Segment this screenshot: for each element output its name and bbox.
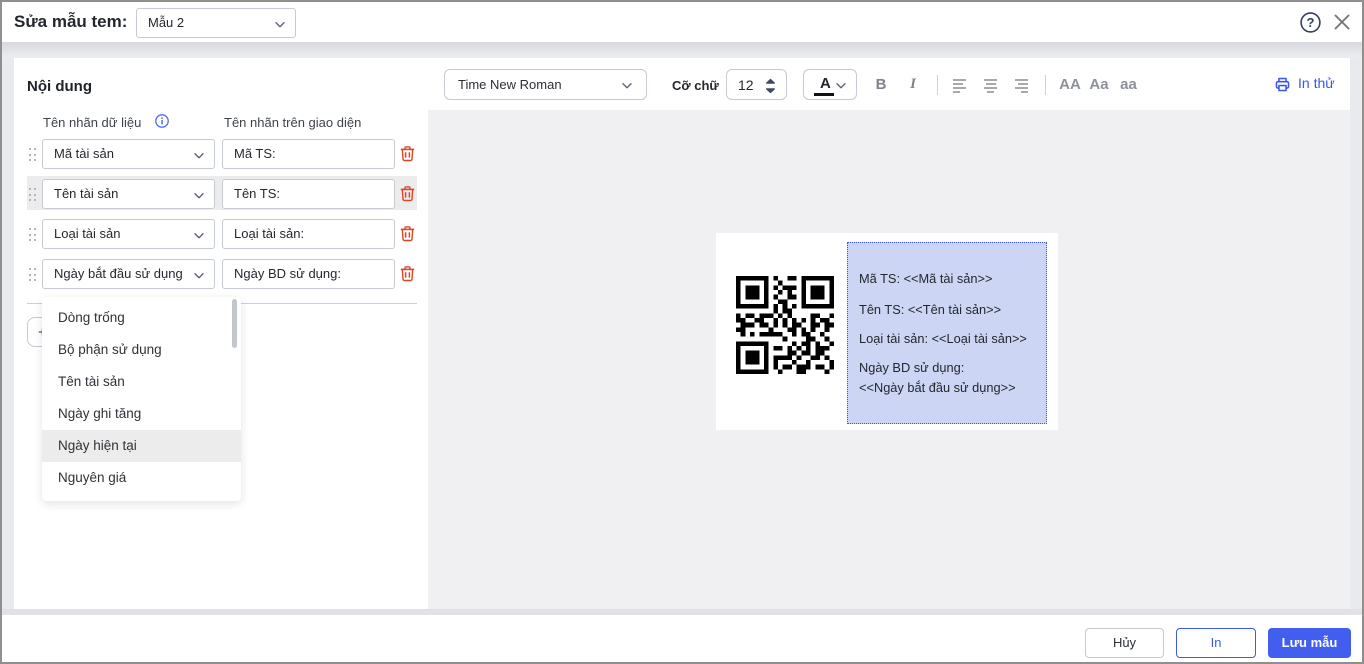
svg-text:?: ?: [1307, 15, 1315, 30]
